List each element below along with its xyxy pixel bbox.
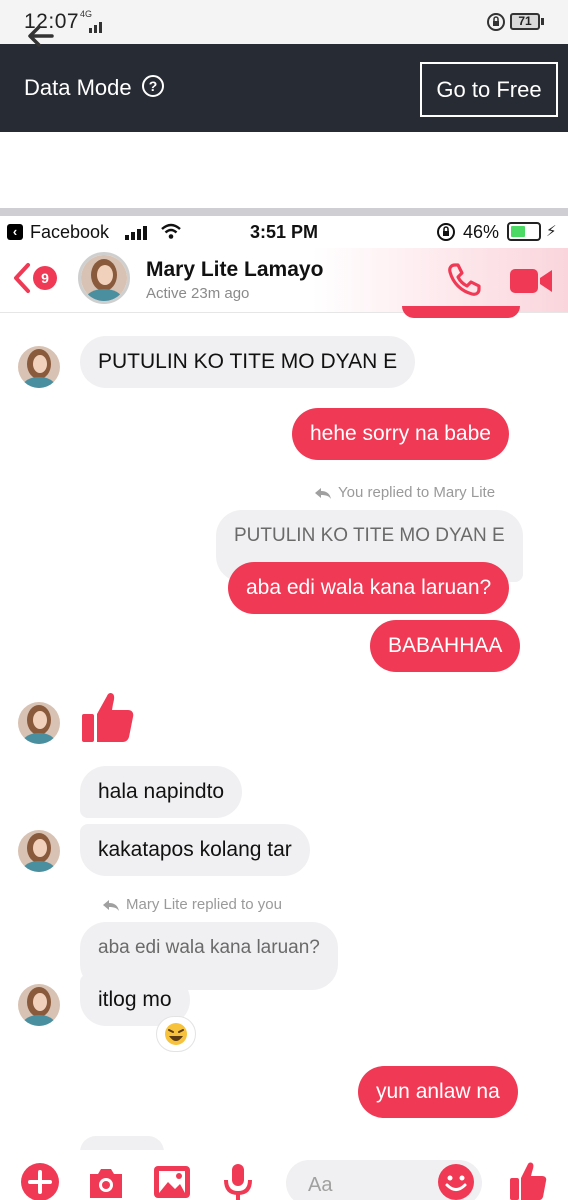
avatar-image: [18, 830, 60, 872]
message-bubble-incoming[interactable]: PUTULIN KO TITE MO DYAN E: [80, 336, 416, 388]
signal-icon: [89, 22, 102, 33]
avatar: [18, 984, 60, 1026]
avatar: [18, 346, 60, 388]
inner-status-time: 3:51 PM: [250, 222, 319, 242]
message-bubble-outgoing[interactable]: hehe sorry na babe: [292, 408, 509, 460]
reply-note-text: Mary Lite replied to you: [126, 896, 282, 913]
battery-level: [511, 226, 525, 237]
go-to-free-button[interactable]: Go to Free: [420, 62, 558, 117]
contact-name[interactable]: Mary Lite Lamayo: [146, 258, 323, 282]
message-bubble-incoming[interactable]: hala napindto: [80, 766, 243, 818]
outer-status-bar: [0, 0, 568, 44]
data-mode-bar: Data Mode ? Go to Free: [0, 44, 568, 132]
battery-tip: [541, 18, 544, 25]
chevron-left-icon[interactable]: [12, 262, 32, 294]
avatar-image: [81, 255, 127, 301]
orientation-lock-icon: [437, 223, 455, 241]
question-circle-icon[interactable]: ?: [142, 75, 164, 97]
avatar-image: [18, 346, 60, 388]
unread-badge: 9: [33, 266, 57, 290]
reply-icon: [103, 900, 119, 912]
reply-note: Mary Lite replied to you: [102, 896, 282, 913]
microphone-icon[interactable]: [218, 1162, 258, 1200]
back-to-app-icon: ‹: [7, 224, 23, 240]
back-to-app-label: Facebook: [30, 222, 110, 242]
back-arrow-icon[interactable]: [26, 24, 54, 48]
image-gallery-icon[interactable]: [152, 1162, 192, 1200]
avatar-image: [18, 702, 60, 744]
message-bubble-outgoing[interactable]: aba edi wala kana laruan?: [228, 562, 510, 614]
message-bubble-incoming[interactable]: kakatapos kolang tar: [80, 824, 310, 876]
avatar: [18, 830, 60, 872]
avatar-image: [18, 984, 60, 1026]
battery-icon: 71: [510, 13, 540, 30]
reaction-badge[interactable]: [156, 1016, 196, 1052]
plus-icon[interactable]: [20, 1162, 60, 1200]
reply-note: You replied to Mary Lite: [314, 484, 495, 501]
reply-icon: [315, 488, 331, 500]
battery-percent: 46%: [463, 222, 500, 242]
wifi-icon: [161, 223, 181, 239]
avatar[interactable]: [78, 252, 130, 304]
thumbs-up-icon[interactable]: [80, 688, 136, 744]
inner-battery-icon: [507, 222, 541, 241]
laughing-emoji-icon: [165, 1023, 187, 1045]
message-input-placeholder: Aa: [308, 1174, 333, 1196]
charging-bolt-icon: ⚡: [546, 223, 557, 240]
emoji-icon[interactable]: [436, 1162, 476, 1200]
divider: [0, 208, 568, 216]
outer-network-label: 4G: [80, 9, 93, 19]
phone-icon[interactable]: [446, 262, 482, 298]
thumbs-up-icon[interactable]: [508, 1160, 548, 1200]
video-camera-icon[interactable]: [508, 264, 554, 296]
message-bubble-outgoing[interactable]: yun anlaw na: [358, 1066, 518, 1118]
avatar: [18, 702, 60, 744]
data-mode-label: Data Mode: [24, 75, 132, 100]
reply-note-text: You replied to Mary Lite: [338, 484, 496, 501]
camera-icon[interactable]: [86, 1162, 126, 1200]
partial-message-bubble: [402, 306, 520, 318]
message-bubble-outgoing[interactable]: BABAHHAA: [370, 620, 521, 672]
navigation-bar: [0, 132, 568, 208]
cell-signal-icon: [125, 226, 147, 240]
rotation-lock-icon: [487, 13, 505, 31]
contact-status: Active 23m ago: [146, 285, 250, 302]
